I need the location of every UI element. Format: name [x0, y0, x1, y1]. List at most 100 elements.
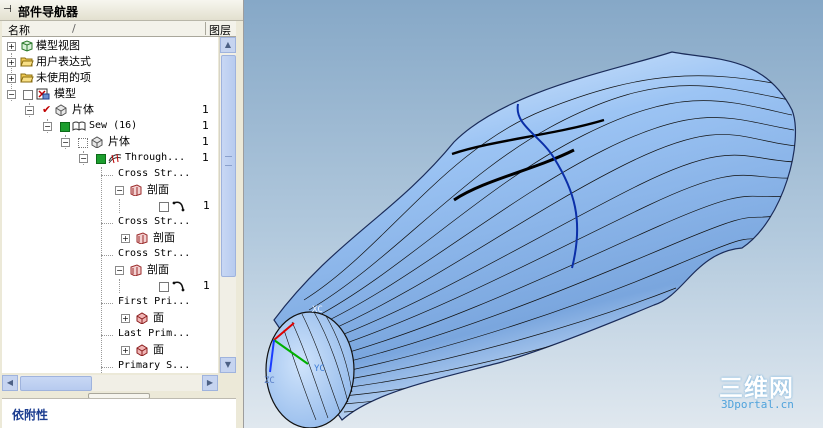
dependency-panel: 依附性 [2, 398, 236, 429]
tree-item-model[interactable]: − 模型 [2, 86, 218, 102]
tree-vertical-scrollbar[interactable]: ▲ ▼ [219, 37, 236, 373]
collapse-icon[interactable]: − [79, 154, 88, 163]
watermark: 三维网 3Dportal.cn [719, 368, 819, 418]
collapse-icon[interactable]: − [25, 106, 34, 115]
x-axis-label: XC [312, 305, 323, 315]
part-tree: + 模型视图 + 用户表达式 + 未使用的项 − 模型 − ✔ 片体 1 − S… [2, 37, 218, 373]
tree-item-label: 片体 [108, 135, 130, 148]
tree-item-cross-string[interactable]: Cross Str... [2, 214, 218, 230]
column-layer-header[interactable]: 图层 [209, 22, 231, 38]
tree-item-face[interactable]: + 面 [2, 310, 218, 326]
layer-value: 1 [202, 151, 209, 164]
tree-item-section[interactable]: − 剖面 [2, 262, 218, 278]
tree-item-label: 未使用的项 [36, 71, 91, 84]
section-icon [130, 184, 142, 196]
tree-item-sew[interactable]: − Sew (16) 1 [2, 118, 218, 134]
tree-item-label: Sew (16) [89, 120, 138, 131]
sheet-body-icon [55, 104, 67, 116]
red-check-icon[interactable]: ✔ [42, 104, 51, 115]
tree-item-label: 剖面 [147, 183, 169, 196]
tree-item-last-primary[interactable]: Last Prim... [2, 326, 218, 342]
collapse-icon[interactable]: − [115, 186, 124, 195]
expand-icon[interactable]: + [7, 42, 16, 51]
tree-item-section[interactable]: + 剖面 [2, 230, 218, 246]
tree-item-label: 面 [153, 343, 164, 356]
scroll-down-icon[interactable]: ▼ [220, 357, 236, 373]
expand-icon[interactable]: + [121, 346, 130, 355]
visibility-checkbox[interactable] [78, 138, 88, 148]
scrollbar-corner [219, 375, 236, 391]
tree-item-label: 模型视图 [36, 39, 80, 52]
sort-indicator: / [72, 22, 76, 35]
folder-open-icon [20, 57, 34, 67]
tree-horizontal-scrollbar[interactable]: ◀ ▶ [2, 375, 218, 391]
folder-open-icon [20, 73, 34, 83]
tree-item-label: Primary S... [118, 360, 191, 371]
visibility-checkbox[interactable] [23, 90, 33, 100]
tree-item-label: 剖面 [147, 263, 169, 276]
expand-icon[interactable]: + [7, 74, 16, 83]
tree-item-label: First Pri... [118, 296, 191, 307]
tree-item-cross-string[interactable]: Cross Str... [2, 166, 218, 182]
visibility-checkbox[interactable] [96, 154, 106, 164]
section-icon [136, 232, 148, 244]
model-views-icon [21, 40, 33, 52]
tree-item-model-views[interactable]: + 模型视图 [2, 38, 218, 54]
tree-item-through-curve-mesh[interactable]: − Through... 1 [2, 150, 218, 166]
column-name-header[interactable]: 名称 [8, 22, 30, 38]
tree-item-curve[interactable]: 1 [2, 198, 218, 214]
column-divider[interactable] [205, 22, 206, 35]
tree-item-face[interactable]: + 面 [2, 342, 218, 358]
layer-value: 1 [202, 119, 209, 132]
collapse-icon[interactable]: − [61, 138, 70, 147]
tree-item-sheet-body[interactable]: − ✔ 片体 1 [2, 102, 218, 118]
tree-item-first-primary[interactable]: First Pri... [2, 294, 218, 310]
face-icon [136, 344, 148, 356]
tree-item-cross-string[interactable]: Cross Str... [2, 246, 218, 262]
horizontal-scroll-thumb[interactable] [20, 376, 92, 391]
tree-item-sheet-body[interactable]: − 片体 1 [2, 134, 218, 150]
tree-item-label: 用户表达式 [36, 55, 91, 68]
scroll-right-icon[interactable]: ▶ [202, 375, 218, 391]
tree-item-label: Cross Str... [118, 168, 191, 179]
collapse-icon[interactable]: − [115, 266, 124, 275]
y-axis-label: YC [314, 364, 325, 374]
section-icon [130, 264, 142, 276]
scroll-up-icon[interactable]: ▲ [220, 37, 236, 53]
scroll-left-icon[interactable]: ◀ [2, 375, 18, 391]
column-header: 名称 / 图层 [2, 21, 236, 37]
tree-item-label: Through... [125, 152, 186, 163]
sheet-body-icon [91, 136, 103, 148]
expand-icon[interactable]: + [121, 234, 130, 243]
collapse-icon[interactable]: − [7, 90, 16, 99]
curve-icon [172, 281, 185, 292]
pin-icon[interactable]: ⊣ [3, 4, 13, 15]
navigator-title-bar: ⊣ 部件导航器 [0, 0, 243, 21]
navigator-title: 部件导航器 [18, 5, 79, 19]
tree-item-label: Cross Str... [118, 248, 191, 259]
sew-icon [72, 121, 86, 131]
curve-icon [172, 201, 185, 212]
tree-item-label: 面 [153, 311, 164, 324]
tree-item-unused-items[interactable]: + 未使用的项 [2, 70, 218, 86]
tree-item-primary-string[interactable]: Primary S... [2, 358, 218, 373]
layer-value: 1 [202, 103, 209, 116]
visibility-checkbox[interactable] [159, 282, 169, 292]
tree-item-section[interactable]: − 剖面 [2, 182, 218, 198]
face-icon [136, 312, 148, 324]
dependency-panel-title[interactable]: 依附性 [12, 406, 48, 423]
tree-item-user-expressions[interactable]: + 用户表达式 [2, 54, 218, 70]
collapse-icon[interactable]: − [43, 122, 52, 131]
expand-icon[interactable]: + [7, 58, 16, 67]
vertical-scroll-thumb[interactable] [221, 55, 236, 277]
graphics-viewport[interactable]: XC YC ZC 三维网 3Dportal.cn [244, 0, 823, 428]
surface-end-cap[interactable] [265, 311, 355, 428]
tree-item-curve[interactable]: 1 [2, 278, 218, 294]
expand-icon[interactable]: + [121, 314, 130, 323]
z-axis-label: ZC [264, 376, 275, 386]
sheet-body-3d-view[interactable] [244, 0, 823, 428]
tree-item-label: Cross Str... [118, 216, 191, 227]
tree-item-label: Last Prim... [118, 328, 191, 339]
visibility-checkbox[interactable] [60, 122, 70, 132]
visibility-checkbox[interactable] [159, 202, 169, 212]
